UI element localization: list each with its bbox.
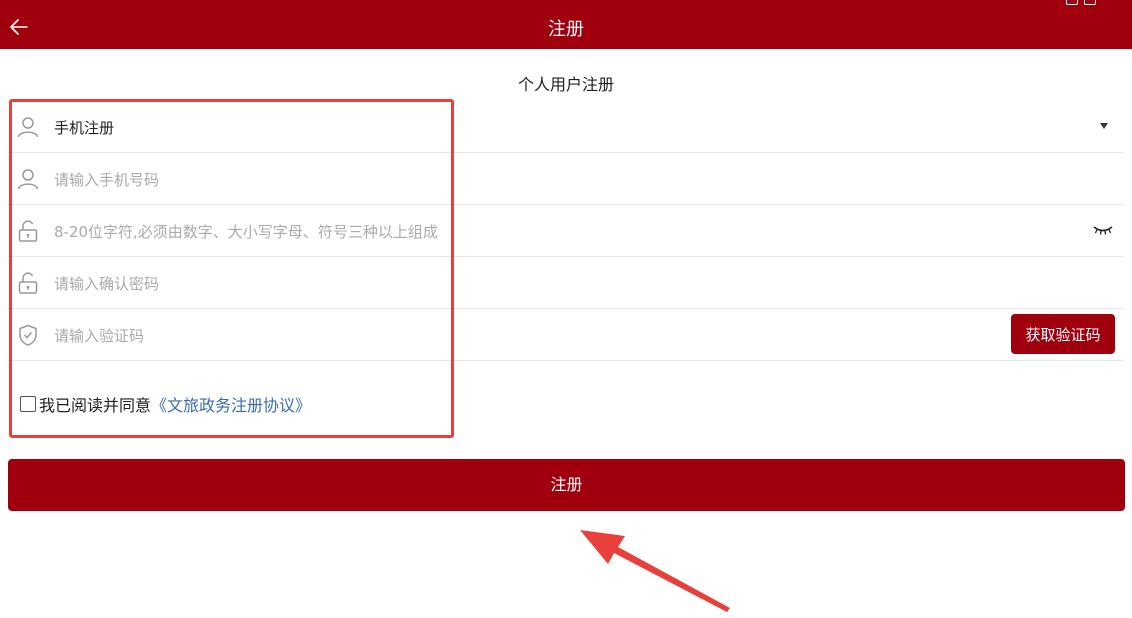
- lock-icon: [18, 220, 38, 242]
- form-subtitle: 个人用户注册: [517, 75, 614, 94]
- eye-closed-icon[interactable]: [1092, 223, 1114, 237]
- confirm-password-field[interactable]: 请输入确认密码: [8, 257, 1124, 309]
- user-icon: [17, 117, 39, 138]
- get-code-button[interactable]: 获取验证码: [1011, 314, 1115, 354]
- register-button[interactable]: 注册: [8, 459, 1125, 511]
- lock-icon: [18, 272, 38, 294]
- phone-placeholder: 请输入手机号码: [54, 171, 160, 189]
- password-placeholder: 8-20位字符,必须由数字、大小写字母、符号三种以上组成: [54, 223, 438, 241]
- annotation-arrow: [580, 530, 730, 612]
- shield-check-icon: [19, 324, 37, 346]
- status-bar-left: ...: [8, 0, 48, 2]
- user-icon: [17, 169, 39, 190]
- verify-code-field[interactable]: 请输入验证码 获取验证码: [8, 309, 1124, 361]
- register-type-value: 手机注册: [54, 119, 115, 137]
- agreement-text: 我已阅读并同意: [39, 396, 152, 415]
- agreement-link[interactable]: 《文旅政务注册协议》: [151, 392, 311, 416]
- page-title: 注册: [548, 19, 584, 40]
- status-bar-right: [1060, 0, 1110, 5]
- phone-field[interactable]: 请输入手机号码: [8, 153, 1124, 205]
- agreement-row: 我已阅读并同意 《文旅政务注册协议》: [20, 393, 311, 415]
- verify-code-placeholder: 请输入验证码: [54, 327, 145, 345]
- agreement-checkbox[interactable]: [20, 396, 36, 412]
- top-bar: ... 注册: [0, 0, 1132, 49]
- caret-down-icon[interactable]: [1100, 123, 1108, 129]
- register-type-select[interactable]: 手机注册: [8, 101, 1124, 153]
- password-field[interactable]: 8-20位字符,必须由数字、大小写字母、符号三种以上组成: [8, 205, 1124, 257]
- confirm-password-placeholder: 请输入确认密码: [54, 275, 160, 293]
